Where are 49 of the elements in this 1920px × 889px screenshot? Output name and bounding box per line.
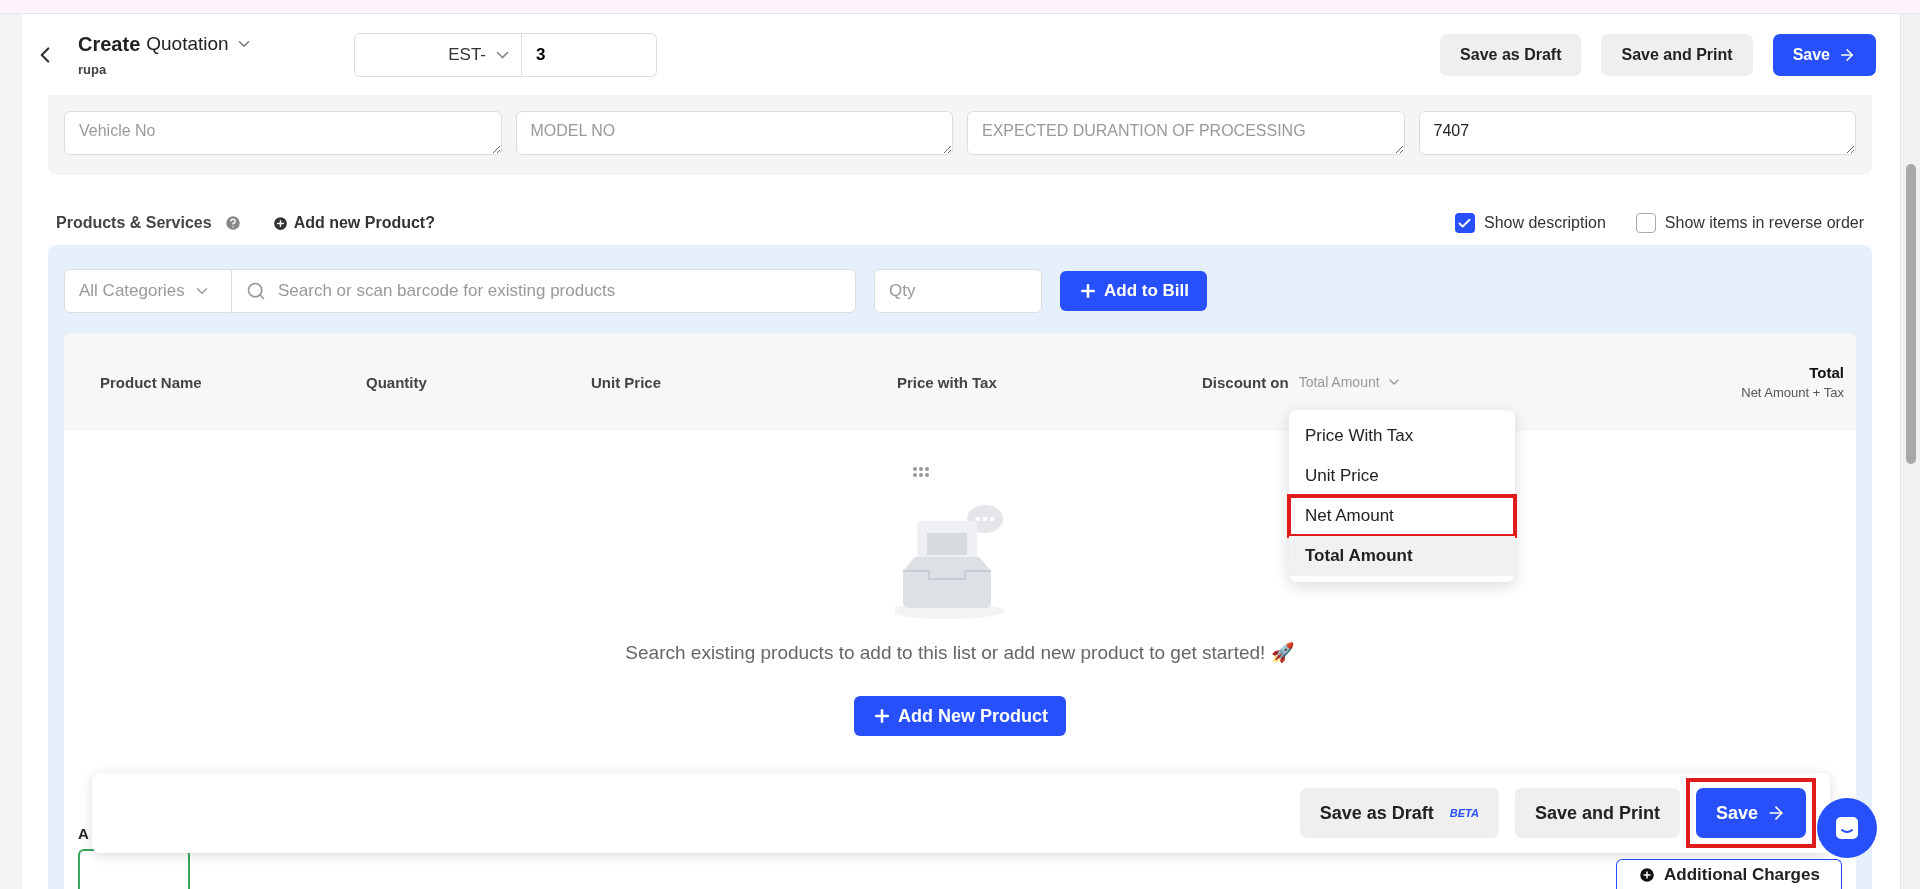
column-subheader: Net Amount + Tax [1741, 385, 1844, 400]
text-field[interactable]: MODEL NO [515, 111, 953, 155]
checkbox[interactable] [1454, 213, 1475, 233]
text-field[interactable]: 7407 [1418, 111, 1856, 155]
chevron-down-icon [496, 50, 509, 59]
search-icon [246, 281, 266, 301]
section-title: Products & Services [56, 214, 212, 232]
column-header: Discount on [1202, 373, 1289, 391]
empty-state-message: Search existing products to add to this list or add new product to get started! 🚀 [625, 641, 1295, 664]
action-button[interactable]: Save and Print [1601, 33, 1753, 76]
quantity-field[interactable]: Qty [874, 269, 1042, 313]
document-type-dropdown[interactable]: Quotation [146, 33, 253, 55]
help-icon[interactable] [223, 214, 242, 232]
prefix-dropdown[interactable]: EST- [354, 32, 522, 77]
menu-item[interactable]: Unit Price [1289, 455, 1515, 496]
checkbox-label: Show description [1483, 214, 1606, 232]
action-button[interactable]: Save as Draft [1440, 33, 1582, 76]
menu-item[interactable]: Net Amount [1289, 495, 1515, 536]
column-header: Total [1809, 364, 1844, 381]
search-field[interactable]: Search or scan barcode for existing products [232, 269, 856, 313]
text-field[interactable]: Vehicle No [64, 111, 502, 155]
plus-icon [1078, 281, 1098, 301]
column-header: Unit Price [591, 373, 663, 391]
checkbox[interactable] [1635, 213, 1656, 233]
number-field[interactable]: 3 [522, 32, 657, 77]
column-header: Quantity [366, 373, 428, 391]
menu-item[interactable]: Total Amount [1289, 535, 1515, 576]
section-label: A [78, 825, 89, 842]
save-button[interactable]: Save [1695, 788, 1806, 838]
column-header: Product Name [100, 373, 203, 391]
add-product-link[interactable]: Add new Product? [271, 214, 435, 232]
subtitle: rupa [78, 61, 108, 77]
beta-label: BETA [1449, 807, 1479, 819]
plus-circle-icon [1638, 865, 1657, 884]
action-button[interactable]: Save and Print [1514, 788, 1680, 838]
column-header: Price with Tax [897, 373, 998, 391]
additional-charges-button[interactable]: Additional Charges [1616, 859, 1842, 889]
add-to-bill-button[interactable]: Add to Bill [1060, 271, 1207, 311]
scrollbar-thumb[interactable] [1905, 164, 1916, 464]
text-field[interactable]: EXPECTED DURANTION OF PROCESSING [967, 111, 1405, 155]
menu-item[interactable]: Price With Tax [1289, 415, 1515, 456]
plus-icon [872, 706, 892, 726]
plus-circle-icon [271, 214, 289, 232]
checkbox-label: Show items in reverse order [1664, 214, 1864, 232]
save-button[interactable]: Save [1772, 33, 1876, 76]
add-new-product-button[interactable]: Add New Product [854, 696, 1066, 736]
page-title: Create [78, 32, 141, 56]
action-button[interactable]: Save as Draft BETA [1299, 788, 1499, 838]
chat-icon [1834, 815, 1860, 841]
